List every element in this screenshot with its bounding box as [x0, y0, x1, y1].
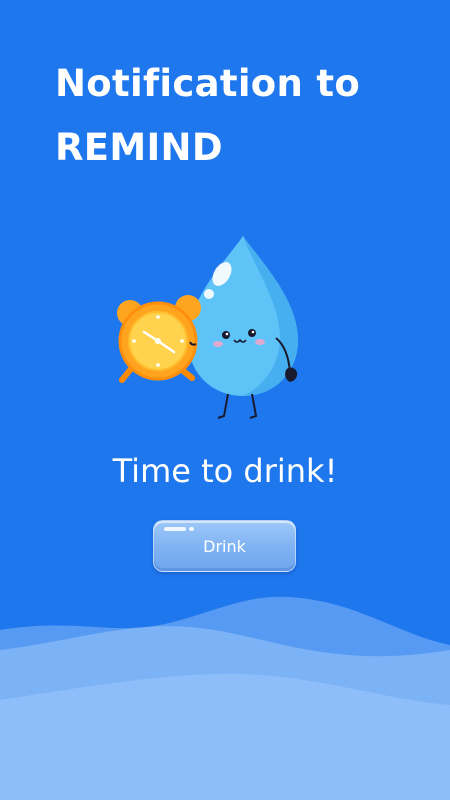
- drink-button[interactable]: Drink: [153, 520, 296, 572]
- headline-line-2: REMIND: [55, 126, 223, 169]
- water-waves-decoration: [0, 596, 450, 800]
- headline: Notification to REMIND: [55, 52, 415, 180]
- alarm-clock-icon: [117, 295, 201, 383]
- reminder-screen: Notification to REMIND Time to drink! Dr…: [0, 0, 450, 800]
- time-to-drink-prompt: Time to drink!: [112, 452, 338, 490]
- water-drop-with-alarm-clock-icon: [117, 236, 298, 419]
- button-shine: [164, 527, 186, 531]
- button-shine-dot: [189, 527, 194, 531]
- drink-button-label: Drink: [203, 536, 246, 556]
- headline-line-1: Notification to: [55, 62, 361, 105]
